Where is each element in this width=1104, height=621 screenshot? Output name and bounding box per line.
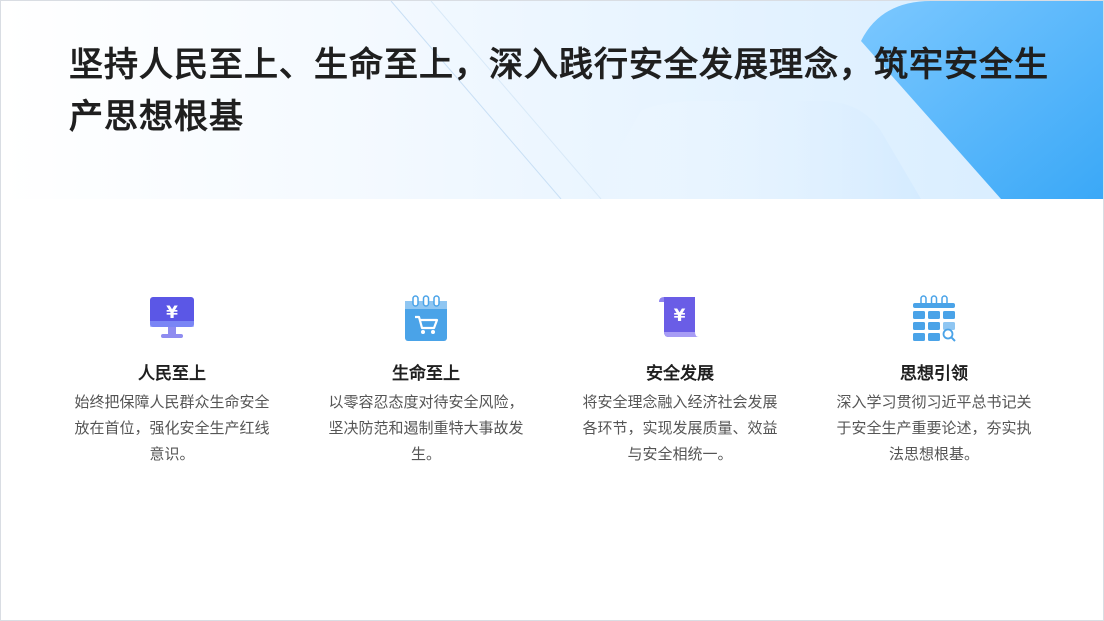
feature-description: 深入学习贯彻习近平总书记关于安全生产重要论述，夯实执法思想根基。 <box>836 393 1032 463</box>
feature-item: 生命至上 以零容忍态度对待安全风险，坚决防范和遏制重特大事故发生。 <box>299 293 553 493</box>
svg-text:¥: ¥ <box>166 303 178 323</box>
header-banner: 坚持人民至上、生命至上，深入践行安全发展理念，筑牢安全生产思想根基 <box>1 1 1103 199</box>
monitor-yuan-icon: ¥ <box>147 293 197 343</box>
svg-text:¥: ¥ <box>674 306 686 326</box>
feature-heading: 思想引领 <box>900 364 968 384</box>
feature-heading: 生命至上 <box>392 364 460 384</box>
feature-heading: 人民至上 <box>138 364 206 384</box>
calendar-grid-search-icon <box>909 293 959 343</box>
feature-heading: 安全发展 <box>646 364 714 384</box>
feature-description: 以零容忍态度对待安全风险，坚决防范和遏制重特大事故发生。 <box>328 393 524 463</box>
page-title: 坚持人民至上、生命至上，深入践行安全发展理念，筑牢安全生产思想根基 <box>69 45 1049 137</box>
feature-item: 思想引领 深入学习贯彻习近平总书记关于安全生产重要论述，夯实执法思想根基。 <box>807 293 1061 493</box>
feature-item: ¥ 人民至上 始终把保障人民群众生命安全放在首位，强化安全生产红线意识。 <box>45 293 299 493</box>
feature-item: ¥ 安全发展 将安全理念融入经济社会发展各环节，实现发展质量、效益与安全相统一。 <box>553 293 807 493</box>
feature-list: ¥ 人民至上 始终把保障人民群众生命安全放在首位，强化安全生产红线意识。 生命至… <box>45 293 1061 493</box>
yuan-scroll-icon: ¥ <box>655 293 705 343</box>
feature-description: 始终把保障人民群众生命安全放在首位，强化安全生产红线意识。 <box>74 393 270 463</box>
slide: 坚持人民至上、生命至上，深入践行安全发展理念，筑牢安全生产思想根基 ¥ 人民至上… <box>0 0 1104 621</box>
shopping-cart-calendar-icon <box>401 293 451 343</box>
feature-description: 将安全理念融入经济社会发展各环节，实现发展质量、效益与安全相统一。 <box>582 393 778 463</box>
